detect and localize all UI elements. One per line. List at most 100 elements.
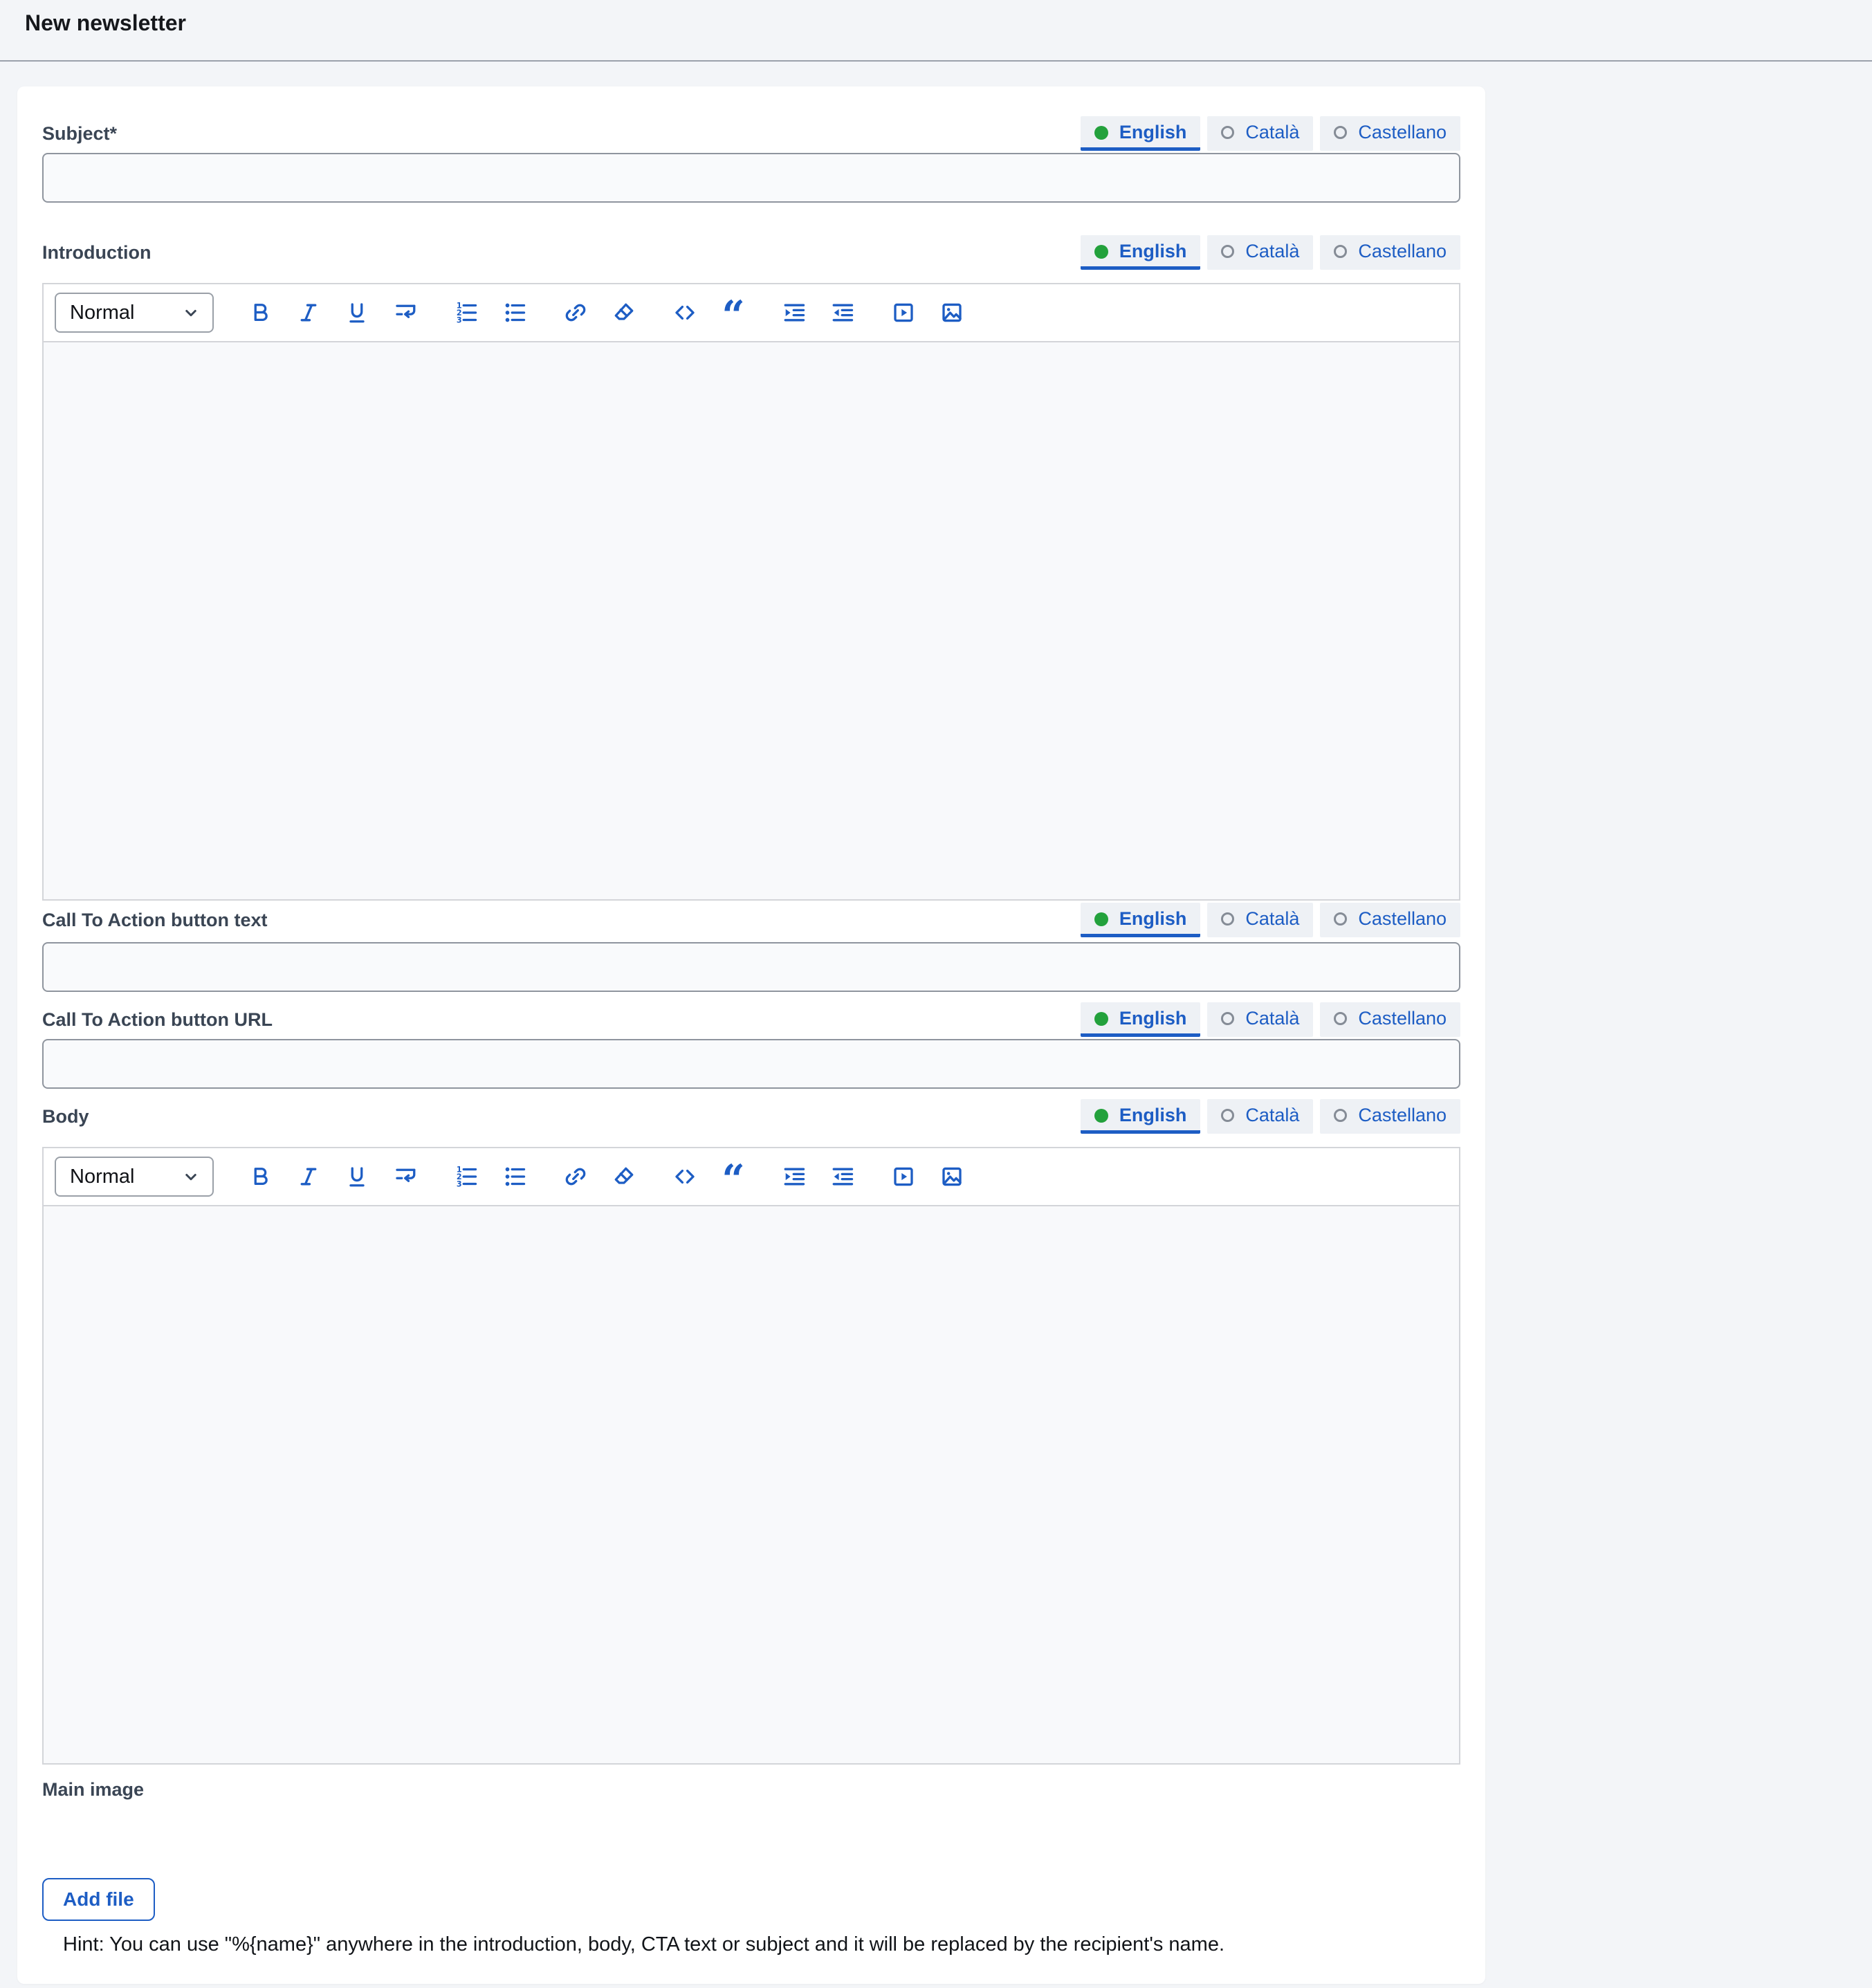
toolbar-bold-button[interactable] (246, 298, 275, 327)
language-option-english[interactable]: English (1081, 1099, 1201, 1134)
introduction-language-selector: English Català Castellano (1081, 235, 1460, 270)
language-option-english[interactable]: English (1081, 235, 1201, 270)
language-option-label: Castellano (1358, 122, 1447, 143)
toolbar-link-button[interactable] (561, 298, 590, 327)
toolbar-italic-button[interactable] (294, 1162, 323, 1191)
paragraph-style-value: Normal (70, 302, 134, 324)
radio-unselected-icon (1221, 912, 1234, 926)
toolbar-video-button[interactable] (889, 1162, 918, 1191)
cta-url-label: Call To Action button URL (42, 1009, 273, 1031)
toolbar-outdent-button[interactable] (828, 298, 857, 327)
toolbar-group: “ (670, 1162, 748, 1191)
subject-input[interactable] (42, 153, 1460, 203)
toolbar-group (246, 1162, 420, 1191)
language-option-label: Castellano (1358, 1008, 1447, 1029)
language-option-label: Castellano (1358, 241, 1447, 262)
radio-unselected-icon (1334, 1012, 1347, 1025)
toolbar-ordered-list-button[interactable]: 123 (452, 298, 481, 327)
language-option-català[interactable]: Català (1207, 1002, 1313, 1037)
toolbar-link-button[interactable] (561, 1162, 590, 1191)
toolbar-blockquote-button[interactable]: “ (719, 298, 748, 327)
ordered-list-icon: 123 (454, 1164, 479, 1189)
bullet-list-icon (502, 1164, 527, 1189)
cta-text-label: Call To Action button text (42, 910, 267, 931)
language-option-català[interactable]: Català (1207, 235, 1313, 270)
body-editor-content[interactable] (44, 1206, 1459, 1763)
toolbar-ordered-list-button[interactable]: 123 (452, 1162, 481, 1191)
language-option-castellano[interactable]: Castellano (1320, 1099, 1460, 1134)
toolbar-group (889, 1162, 966, 1191)
radio-selected-icon (1094, 245, 1108, 259)
toolbar-group: 123 (452, 1162, 529, 1191)
main-image-field-header: Main image (42, 1770, 1460, 1809)
language-option-castellano[interactable]: Castellano (1320, 116, 1460, 151)
cta-text-input[interactable] (42, 942, 1460, 992)
toolbar-group (780, 298, 857, 327)
toolbar-underline-button[interactable] (342, 1162, 371, 1191)
toolbar-line-break-button[interactable] (391, 298, 420, 327)
toolbar-clear-formatting-button[interactable] (609, 1162, 639, 1191)
toolbar-underline-button[interactable] (342, 298, 371, 327)
radio-unselected-icon (1221, 1109, 1234, 1122)
language-option-english[interactable]: English (1081, 903, 1201, 937)
toolbar-indent-button[interactable] (780, 1162, 809, 1191)
language-option-català[interactable]: Català (1207, 116, 1313, 151)
body-editor: Normal 123 “ (42, 1147, 1460, 1765)
toolbar-line-break-button[interactable] (391, 1162, 420, 1191)
outdent-icon (830, 300, 855, 325)
language-option-english[interactable]: English (1081, 116, 1201, 151)
code-icon (672, 1164, 697, 1189)
radio-selected-icon (1094, 1012, 1108, 1026)
body-field-header: Body EnglishCatalàCastellano (42, 1097, 1460, 1136)
toolbar-bullet-list-button[interactable] (500, 298, 529, 327)
toolbar-italic-button[interactable] (294, 298, 323, 327)
bold-icon (248, 1164, 273, 1189)
radio-selected-icon (1094, 912, 1108, 926)
language-option-castellano[interactable]: Castellano (1320, 903, 1460, 937)
language-option-català[interactable]: Català (1207, 903, 1313, 937)
svg-text:3: 3 (457, 316, 462, 325)
language-option-label: English (1119, 241, 1187, 262)
toolbar-bold-button[interactable] (246, 1162, 275, 1191)
language-option-castellano[interactable]: Castellano (1320, 1002, 1460, 1037)
cta-text-language-selector: English Català Castellano (1081, 903, 1460, 937)
paragraph-style-select[interactable]: Normal (55, 1157, 214, 1197)
bullet-list-icon (502, 300, 527, 325)
toolbar-code-button[interactable] (670, 298, 699, 327)
language-option-castellano[interactable]: Castellano (1320, 235, 1460, 270)
add-file-button[interactable]: Add file (42, 1878, 155, 1921)
language-option-label: English (1119, 908, 1187, 930)
hint-text: Hint: You can use "%{name}" anywhere in … (63, 1933, 1460, 1956)
language-option-label: Català (1245, 908, 1299, 930)
toolbar-group (561, 298, 639, 327)
toolbar-video-button[interactable] (889, 298, 918, 327)
introduction-editor-content[interactable] (44, 342, 1459, 899)
language-option-english[interactable]: English (1081, 1002, 1201, 1037)
toolbar-indent-button[interactable] (780, 298, 809, 327)
toolbar-image-button[interactable] (937, 298, 966, 327)
language-option-label: Castellano (1358, 908, 1447, 930)
chevron-down-icon (181, 1166, 201, 1187)
language-option-català[interactable]: Català (1207, 1099, 1313, 1134)
clear-formatting-icon (612, 300, 636, 325)
radio-unselected-icon (1221, 245, 1234, 258)
toolbar-group: “ (670, 298, 748, 327)
toolbar-image-button[interactable] (937, 1162, 966, 1191)
paragraph-style-select[interactable]: Normal (55, 293, 214, 333)
image-icon (939, 300, 964, 325)
toolbar-bullet-list-button[interactable] (500, 1162, 529, 1191)
subject-label: Subject* (42, 123, 117, 145)
toolbar-outdent-button[interactable] (828, 1162, 857, 1191)
toolbar-blockquote-button[interactable]: “ (719, 1162, 748, 1191)
toolbar-clear-formatting-button[interactable] (609, 298, 639, 327)
cta-url-input[interactable] (42, 1039, 1460, 1089)
language-option-label: English (1119, 122, 1187, 143)
line-break-icon (393, 1164, 418, 1189)
toolbar-group (780, 1162, 857, 1191)
toolbar-code-button[interactable] (670, 1162, 699, 1191)
cta-text-field-header: Call To Action button text English Català… (42, 901, 1460, 939)
toolbar-group (561, 1162, 639, 1191)
cta-url-field-header: Call To Action button URL EnglishCatalà C… (42, 1000, 1460, 1039)
main-image-label: Main image (42, 1779, 144, 1801)
cta-url-language-selector: EnglishCatalà Castellano (1081, 1002, 1460, 1037)
